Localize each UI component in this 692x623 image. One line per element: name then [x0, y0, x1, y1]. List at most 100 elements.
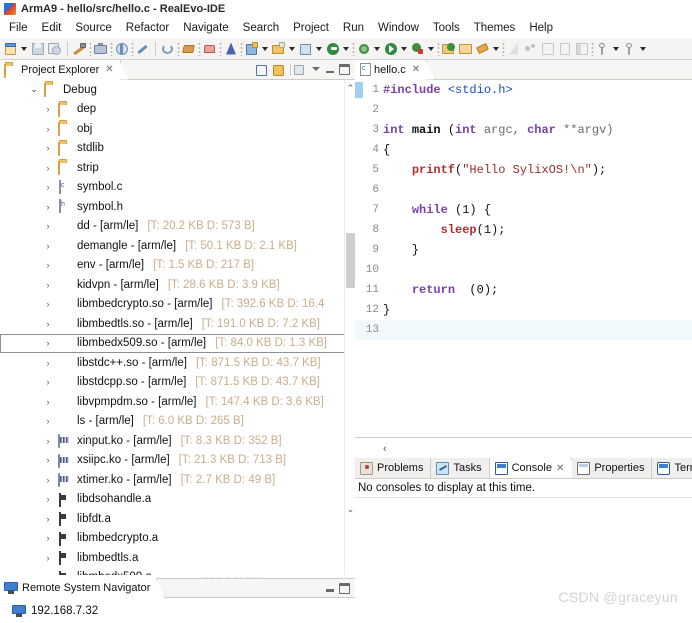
menu-help[interactable]: Help — [522, 20, 560, 36]
chevron-right-icon[interactable]: › — [42, 475, 54, 485]
debug-dropdown-arrow[interactable] — [261, 41, 270, 57]
menu-navigate[interactable]: Navigate — [176, 20, 235, 36]
save-all-icon[interactable] — [47, 41, 63, 57]
chevron-right-icon[interactable]: › — [42, 143, 54, 153]
pin2-icon[interactable] — [622, 41, 638, 57]
tree-item[interactable]: › libmbedcrypto.so - [arm/le] [T: 392.6 KB… — [0, 295, 355, 315]
external-tools-dropdown-arrow[interactable] — [315, 41, 324, 57]
pin2-dropdown-arrow[interactable] — [639, 41, 648, 57]
tab-remote-system-navigator[interactable]: Remote System Navigator — [0, 578, 158, 598]
chevron-right-icon[interactable]: › — [42, 221, 54, 231]
code-editor[interactable]: 1 #include <stdio.h> 2 3 int main (int argc,… — [355, 80, 692, 437]
chevron-right-icon[interactable]: › — [42, 514, 54, 524]
menu-themes[interactable]: Themes — [467, 20, 523, 36]
chevron-right-icon[interactable]: › — [42, 436, 54, 446]
close-icon[interactable]: ✕ — [556, 463, 564, 474]
link-with-editor-icon[interactable] — [273, 63, 287, 77]
tree-item[interactable]: › libmbedtls.a — [0, 548, 355, 568]
tree-item[interactable]: › xinput.ko - [arm/le] [T: 8.3 KB D: 352 B… — [0, 431, 355, 451]
chevron-right-icon[interactable]: › — [42, 455, 54, 465]
build-hammer-icon[interactable] — [72, 41, 88, 57]
tab-tasks[interactable]: Tasks — [431, 458, 490, 478]
chevron-right-icon[interactable]: › — [42, 104, 54, 114]
tree-item[interactable]: › h symbol.h — [0, 197, 355, 217]
chevron-right-icon[interactable]: › — [42, 572, 54, 575]
project-tree[interactable]: ⌄ Debug › dep › obj › stdlib › strip › c symbol.c › h s… — [0, 80, 355, 575]
search-red-icon[interactable] — [410, 41, 426, 57]
open-type-icon[interactable] — [441, 41, 457, 57]
chevron-right-icon[interactable]: › — [42, 416, 54, 426]
chevron-right-icon[interactable]: › — [42, 241, 54, 251]
chevron-right-icon[interactable]: › — [42, 260, 54, 270]
editor-scroll-left-chevron[interactable]: ‹ — [383, 443, 387, 455]
tree-item[interactable]: › dd - [arm/le] [T: 20.2 KB D: 573 B] — [0, 217, 355, 237]
minimize-icon[interactable] — [325, 64, 336, 75]
pin-icon[interactable] — [595, 41, 611, 57]
pin-dropdown-arrow[interactable] — [612, 41, 621, 57]
tree-item[interactable]: › kidvpn - [arm/le] [T: 28.6 KB D: 3.9 KB] — [0, 275, 355, 295]
tree-item[interactable]: › libmbedx509.so - [arm/le] [T: 84.0 KB D:… — [0, 333, 355, 353]
refresh-icon[interactable] — [160, 41, 176, 57]
tree-item[interactable]: › strip — [0, 158, 355, 178]
external-tools-icon[interactable] — [298, 41, 314, 57]
open-resource-icon[interactable] — [458, 41, 474, 57]
play-dropdown-arrow[interactable] — [400, 41, 409, 57]
view-filter-icon[interactable] — [294, 63, 308, 77]
tree-item[interactable]: › xsiipc.ko - [arm/le] [T: 21.3 KB D: 713 … — [0, 451, 355, 471]
close-icon[interactable]: ✕ — [105, 64, 113, 75]
tree-item[interactable]: › demangle - [arm/le] [T: 50.1 KB D: 2.1 K… — [0, 236, 355, 256]
menu-project[interactable]: Project — [286, 20, 336, 36]
menu-run[interactable]: Run — [336, 20, 371, 36]
toolbox-icon[interactable] — [93, 41, 109, 57]
tree-item[interactable]: › c symbol.c — [0, 178, 355, 198]
perspective2-icon[interactable] — [557, 41, 573, 57]
tree-item[interactable]: › stdlib — [0, 139, 355, 159]
chevron-right-icon[interactable]: › — [42, 397, 54, 407]
tree-item[interactable]: › libvpmpdm.so - [arm/le] [T: 147.4 KB D: … — [0, 392, 355, 412]
tree-item[interactable]: › libmbedtls.so - [arm/le] [T: 191.0 KB D:… — [0, 314, 355, 334]
menu-edit[interactable]: Edit — [35, 20, 69, 36]
close-icon[interactable]: ✕ — [412, 64, 420, 75]
tab-hello-c[interactable]: c hello.c ✕ — [355, 59, 428, 80]
minimize-icon[interactable] — [325, 583, 336, 594]
undo-redo-icon[interactable] — [202, 41, 218, 57]
chevron-down-icon[interactable]: ⌄ — [28, 84, 40, 95]
tree-item[interactable]: › dep — [0, 100, 355, 120]
menu-source[interactable]: Source — [68, 20, 118, 36]
chevron-right-icon[interactable]: › — [42, 377, 54, 387]
tree-item[interactable]: › obj — [0, 119, 355, 139]
tree-item[interactable]: › libdsohandle.a — [0, 490, 355, 510]
menu-window[interactable]: Window — [371, 20, 426, 36]
tree-item[interactable]: › libmbedcrypto.a — [0, 529, 355, 549]
chevron-right-icon[interactable]: › — [42, 494, 54, 504]
quick-fix-dropdown-arrow[interactable] — [492, 41, 501, 57]
chevron-right-icon[interactable]: › — [42, 319, 54, 329]
chevron-right-icon[interactable]: › — [42, 338, 54, 348]
link-icon[interactable] — [135, 41, 151, 57]
chevron-right-icon[interactable]: › — [42, 299, 54, 309]
prev-annotation-icon[interactable] — [523, 41, 539, 57]
tree-item[interactable]: ⌄ Debug — [0, 80, 355, 100]
quick-fix-icon[interactable] — [475, 41, 491, 57]
tree-item[interactable]: › ls - [arm/le] [T: 6.0 KB D: 265 B] — [0, 412, 355, 432]
menu-tools[interactable]: Tools — [426, 20, 467, 36]
tree-item[interactable]: › env - [arm/le] [T: 1.5 KB D: 217 B] — [0, 256, 355, 276]
menu-refactor[interactable]: Refactor — [119, 20, 176, 36]
search-dropdown-arrow[interactable] — [427, 41, 436, 57]
perspective3-icon[interactable] — [574, 41, 590, 57]
run-dropdown-arrow[interactable] — [288, 41, 297, 57]
tab-project-explorer[interactable]: Project Explorer ✕ — [0, 59, 121, 80]
tab-term[interactable]: Term — [652, 458, 692, 478]
perspective1-icon[interactable] — [540, 41, 556, 57]
collapse-all-icon[interactable] — [256, 63, 270, 77]
tab-properties[interactable]: Properties — [572, 458, 653, 478]
settings-gear-icon[interactable] — [356, 41, 372, 57]
tree-item[interactable]: › libmbedx509.a — [0, 568, 355, 575]
maximize-icon[interactable] — [339, 582, 350, 594]
play-green-icon[interactable] — [383, 41, 399, 57]
chevron-right-icon[interactable]: › — [42, 202, 54, 212]
chevron-right-icon[interactable]: › — [42, 182, 54, 192]
chevron-right-icon[interactable]: › — [42, 163, 54, 173]
chevron-right-icon[interactable]: › — [42, 358, 54, 368]
tab-problems[interactable]: Problems — [355, 458, 432, 478]
